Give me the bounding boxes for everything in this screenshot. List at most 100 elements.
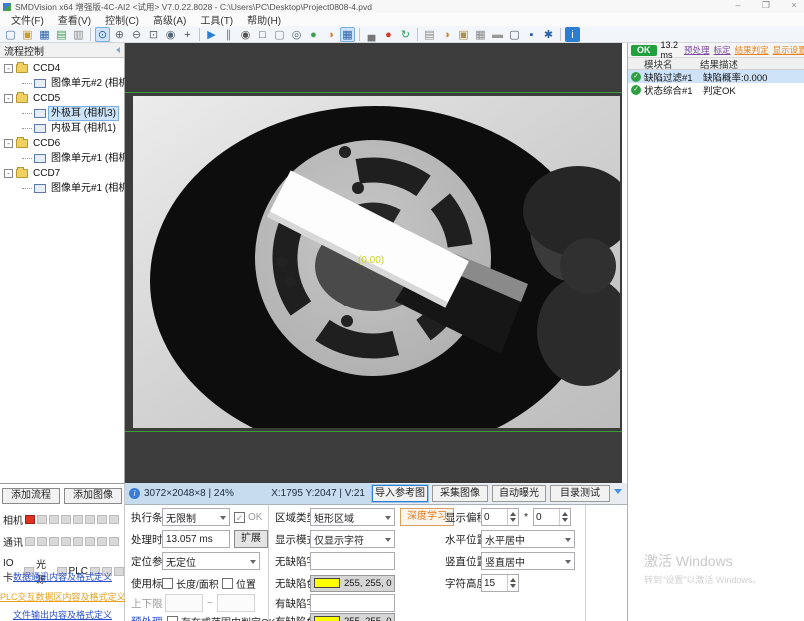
refresh-icon[interactable]: ↻ xyxy=(398,27,413,42)
info-icon[interactable]: i xyxy=(565,27,580,42)
exec-condition-select[interactable]: 无限制 xyxy=(162,508,230,526)
zoom-fit-icon[interactable]: ⊡ xyxy=(146,27,161,42)
menu-item-2[interactable]: 控制(C) xyxy=(98,12,146,27)
collapse-icon[interactable]: - xyxy=(4,64,13,73)
indicator-square xyxy=(37,515,47,524)
add-flow-button[interactable]: 添加流程 xyxy=(2,488,60,504)
menu-bar: 文件(F)查看(V)控制(C)高级(A)工具(T)帮助(H) xyxy=(0,13,804,26)
defect-text-field[interactable] xyxy=(310,594,395,612)
add-image-button[interactable]: 添加图像 xyxy=(64,488,122,504)
process-time-field[interactable]: 13.057 ms xyxy=(162,530,230,548)
guide-line-top xyxy=(125,92,622,93)
tree-unit-row[interactable]: 图像单元#1 (相机4) xyxy=(0,151,124,166)
image-info-strip: i 3072×2048×8 | 24% X:1795 Y:2047 | V:21 xyxy=(125,483,371,504)
gallery-icon[interactable]: ▦ xyxy=(473,27,488,42)
minimize-button[interactable]: – xyxy=(732,0,744,11)
collapse-icon[interactable]: - xyxy=(4,94,13,103)
offset-x-spinner[interactable]: 0 xyxy=(481,508,519,526)
device-icon[interactable]: ▪ xyxy=(524,27,539,42)
limit-high-field[interactable] xyxy=(217,594,255,612)
disk-icon[interactable]: ▬ xyxy=(490,27,505,42)
results-link-0[interactable]: 预处理 xyxy=(684,44,710,56)
open-folder-icon[interactable]: ▣ xyxy=(20,27,35,42)
machine-icon[interactable]: ▄ xyxy=(364,27,379,42)
position-checkbox[interactable] xyxy=(222,578,233,589)
auto-exposure-button[interactable]: 自动曝光 xyxy=(492,485,546,502)
camera-icon[interactable]: ◎ xyxy=(289,27,304,42)
collapse-icon[interactable]: - xyxy=(4,139,13,148)
no-defect-text-field[interactable] xyxy=(310,552,395,570)
sync-icon[interactable]: ◑ xyxy=(439,27,454,42)
format-def-link-2[interactable]: 文件输出内容及格式定义 xyxy=(0,608,125,621)
tree-unit-row[interactable]: 外极耳 (相机3) xyxy=(0,106,124,121)
char-height-spinner[interactable]: 15 xyxy=(481,574,519,592)
collapse-panel-icon[interactable] xyxy=(116,47,120,53)
tree-unit-row[interactable]: 内极耳 (相机1) xyxy=(0,121,124,136)
format-def-link-1[interactable]: PLC交互数据区内容及格式定义 xyxy=(0,590,125,603)
indicator-square xyxy=(61,537,71,546)
zoom-in-icon[interactable]: ⊕ xyxy=(112,27,127,42)
no-defect-color-picker[interactable]: 255, 255, 0 xyxy=(310,575,395,592)
ok-checkbox[interactable]: ✓ xyxy=(234,512,245,523)
tree-folder-row[interactable]: -CCD6 xyxy=(0,136,124,151)
region-type-select[interactable]: 矩形区域 xyxy=(310,508,395,526)
save-icon[interactable]: ▦ xyxy=(37,27,52,42)
run-icon[interactable]: ▶ xyxy=(204,27,219,42)
close-button[interactable]: × xyxy=(788,0,800,11)
menu-item-1[interactable]: 查看(V) xyxy=(51,12,98,27)
format-def-link-0[interactable]: 数据通讯内容及格式定义 xyxy=(0,570,125,583)
indicator-square xyxy=(49,515,59,524)
template-icon[interactable]: ▢ xyxy=(272,27,287,42)
menu-item-3[interactable]: 高级(A) xyxy=(146,12,193,27)
results-link-2[interactable]: 结果判定 xyxy=(735,44,769,56)
h-pos-select[interactable]: 水平居中 xyxy=(481,530,575,548)
results-link-3[interactable]: 显示设置 xyxy=(773,44,804,56)
limit-low-field[interactable] xyxy=(165,594,203,612)
tree-folder-row[interactable]: -CCD4 xyxy=(0,61,124,76)
results-link-1[interactable]: 标定 xyxy=(714,44,731,56)
position-ref-select[interactable]: 无定位 xyxy=(162,552,260,570)
pause-icon[interactable]: ∥ xyxy=(221,27,236,42)
result-row[interactable]: ✓缺陷过滤#1缺陷概率:0.000 xyxy=(628,70,804,83)
menu-item-0[interactable]: 文件(F) xyxy=(4,12,51,27)
more-tests-dropdown-icon[interactable] xyxy=(614,489,622,494)
import-reference-button[interactable]: 导入参考图 xyxy=(372,485,428,502)
zoom-out-icon[interactable]: ⊖ xyxy=(129,27,144,42)
tree-unit-row[interactable]: 图像单元#1 (相机2) xyxy=(0,181,124,196)
length-area-checkbox[interactable] xyxy=(162,578,173,589)
menu-item-5[interactable]: 帮助(H) xyxy=(240,12,288,27)
grab-image-button[interactable]: 采集图像 xyxy=(432,485,488,502)
monitor-icon[interactable]: ▢ xyxy=(507,27,522,42)
display-mode-select[interactable]: 仅显示字符 xyxy=(310,530,395,548)
eye-icon[interactable]: ◉ xyxy=(163,27,178,42)
tile-view-icon[interactable]: ▦ xyxy=(340,27,355,42)
crosshair-icon[interactable]: + xyxy=(180,27,195,42)
collapse-icon[interactable]: - xyxy=(4,169,13,178)
save-all-icon[interactable]: ▤ xyxy=(54,27,69,42)
defect-color-picker[interactable]: 255, 255, 0 xyxy=(310,613,395,621)
tree-unit-row[interactable]: 图像单元#2 (相机1) xyxy=(0,76,124,91)
run-once-timer-icon[interactable]: ◑ xyxy=(323,27,338,42)
window-layout-icon[interactable]: ▥ xyxy=(71,27,86,42)
v-pos-select[interactable]: 竖直居中 xyxy=(481,552,575,570)
check-globe-icon[interactable]: ● xyxy=(306,27,321,42)
directory-test-button[interactable]: 目录测试 xyxy=(550,485,610,502)
expand-button[interactable]: 扩展 xyxy=(234,530,268,548)
in-range-ok-checkbox[interactable] xyxy=(167,616,178,621)
tree-folder-row[interactable]: -CCD5 xyxy=(0,91,124,106)
maximize-button[interactable]: ❐ xyxy=(760,0,772,11)
image-viewport[interactable]: (0.00) xyxy=(125,43,622,483)
zoom-icon[interactable]: ⊙ xyxy=(95,27,110,42)
result-row[interactable]: ✓状态综合#1判定OK xyxy=(628,83,804,96)
tree-folder-row[interactable]: -CCD7 xyxy=(0,166,124,181)
location-pin-icon[interactable]: ● xyxy=(381,27,396,42)
record-icon[interactable]: ◉ xyxy=(238,27,253,42)
roi-rect-icon[interactable]: □ xyxy=(255,27,270,42)
printer-icon[interactable]: ▤ xyxy=(422,27,437,42)
settings-gear-icon[interactable]: ✱ xyxy=(541,27,556,42)
new-file-icon[interactable]: ▢ xyxy=(3,27,18,42)
menu-item-4[interactable]: 工具(T) xyxy=(193,12,240,27)
offset-y-spinner[interactable]: 0 xyxy=(533,508,571,526)
preprocess-link[interactable]: 预处理 xyxy=(131,614,163,621)
folders-icon[interactable]: ▣ xyxy=(456,27,471,42)
